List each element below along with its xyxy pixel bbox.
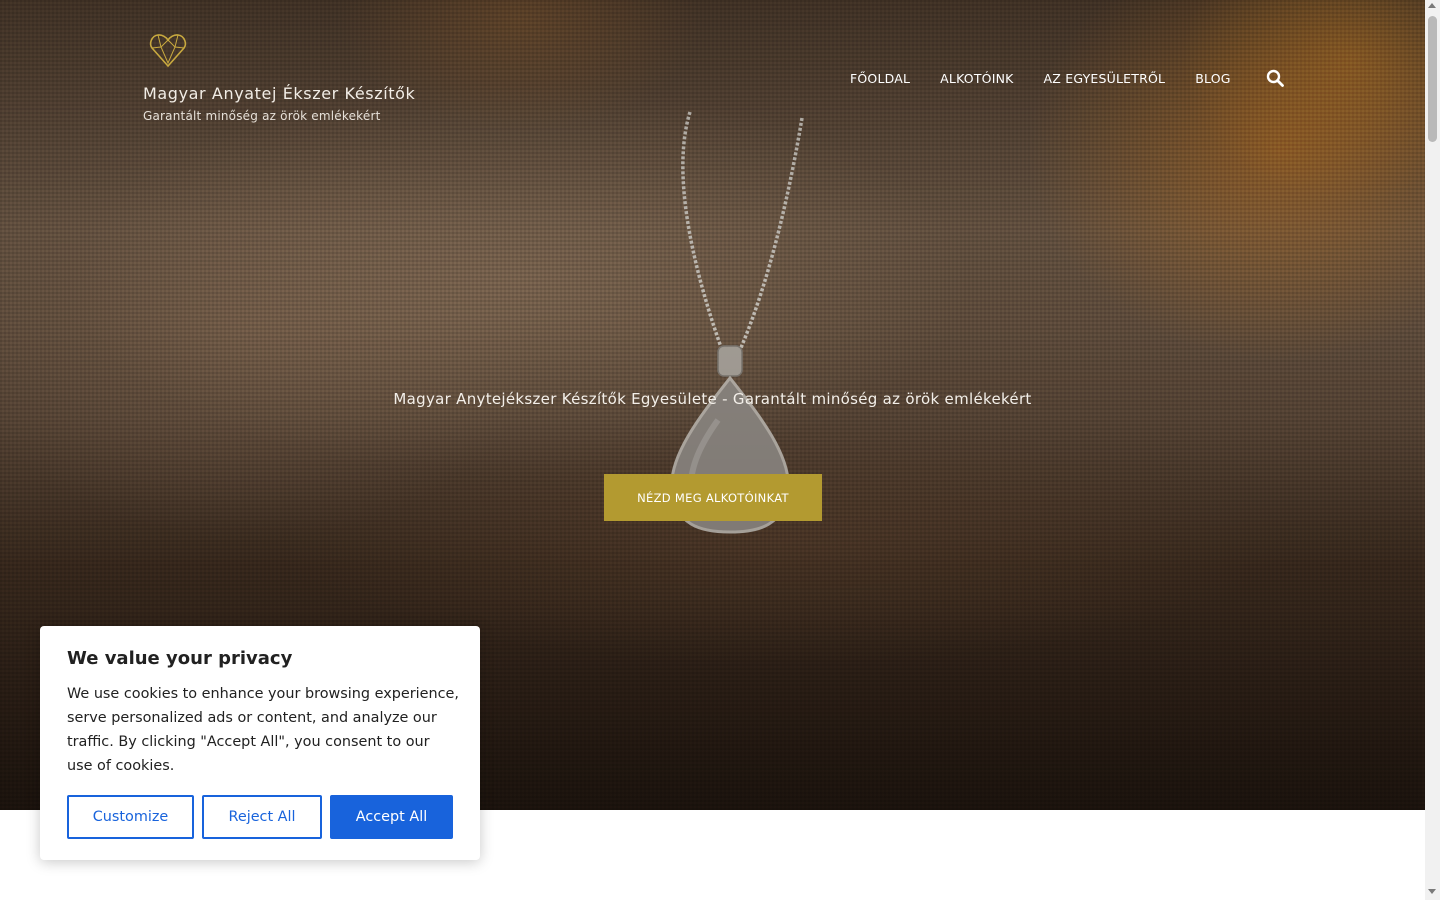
nav-item-home[interactable]: FŐOLDAL: [850, 71, 910, 86]
customize-button[interactable]: Customize: [67, 795, 194, 839]
heart-diamond-icon[interactable]: [148, 30, 188, 70]
accept-all-button[interactable]: Accept All: [330, 795, 453, 839]
nav-item-creators[interactable]: ALKOTÓINK: [940, 71, 1013, 86]
cookie-banner-text: We use cookies to enhance your browsing …: [67, 686, 459, 774]
site-title[interactable]: Magyar Anyatej Ékszer Készítők: [143, 84, 415, 103]
cookie-consent-banner: We value your privacy We use cookies to …: [40, 626, 480, 860]
nav-item-blog[interactable]: BLOG: [1195, 71, 1230, 86]
hero-heading: Magyar Anytejékszer Készítők Egyesülete …: [393, 390, 1032, 408]
nav-item-about[interactable]: AZ EGYESÜLETRŐL: [1044, 71, 1166, 86]
scroll-down-arrow-icon[interactable]: [1428, 889, 1436, 894]
scrollbar-thumb[interactable]: [1428, 16, 1437, 142]
view-creators-button[interactable]: NÉZD MEG ALKOTÓINKAT: [604, 474, 822, 521]
main-navigation: FŐOLDAL ALKOTÓINK AZ EGYESÜLETRŐL BLOG: [850, 69, 1284, 87]
scroll-up-arrow-icon[interactable]: [1428, 3, 1436, 8]
site-tagline: Garantált minőség az örök emlékekért: [143, 109, 381, 123]
cookie-banner-title: We value your privacy: [67, 648, 293, 669]
reject-all-button[interactable]: Reject All: [202, 795, 322, 839]
search-icon[interactable]: [1266, 69, 1284, 87]
page-scrollbar[interactable]: [1425, 0, 1440, 900]
